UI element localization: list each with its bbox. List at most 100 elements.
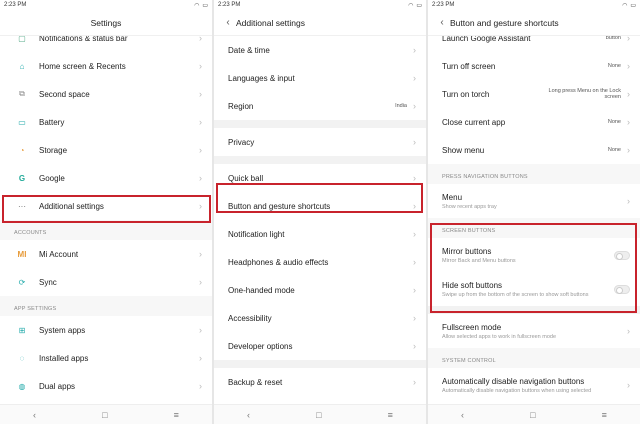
settings-item-sync[interactable]: ⟳ Sync › xyxy=(0,268,212,296)
battery-icon: ▭ xyxy=(18,117,26,127)
item-label: Google xyxy=(39,173,65,183)
settings-list-inner: ▢ Notifications & status bar › ⌂ Home screen… xyxy=(0,36,212,400)
mi-icon: MI xyxy=(17,249,27,259)
item-text: Hide soft buttons Swipe up from the botto… xyxy=(442,281,614,298)
settings-item-second-space[interactable]: ⧉ Second space › xyxy=(0,80,212,108)
section-title-accounts: ACCOUNTS xyxy=(0,220,212,240)
item-text: Sync xyxy=(39,278,199,287)
settings-item-headphones-and-audio-effects[interactable]: Headphones & audio effects › xyxy=(214,248,426,276)
item-label: Sync xyxy=(39,277,57,287)
setting-mirror-buttons[interactable]: Mirror buttons Mirror Back and Menu butto… xyxy=(428,238,640,272)
shortcut-item-menu[interactable]: Menu Show recent apps tray › xyxy=(428,184,640,218)
storage-icon: ◔ xyxy=(19,145,25,155)
back-arrow-icon[interactable]: ‹ xyxy=(220,17,236,28)
nav-home-icon[interactable]: □ xyxy=(316,410,321,420)
section-title-app-settings: APP SETTINGS xyxy=(0,296,212,316)
settings-item-storage[interactable]: ◔ Storage › xyxy=(0,136,212,164)
toggle-switch[interactable] xyxy=(614,284,630,294)
button-gesture-shortcuts-panel: 2:23 PM ◠ ▭ ‹ Button and gesture shortcu… xyxy=(428,0,640,424)
item-text: Second space xyxy=(39,90,199,99)
settings-item-backup-and-reset[interactable]: Backup & reset › xyxy=(214,368,426,396)
nav-back-icon[interactable]: ‹ xyxy=(247,410,250,420)
nav-menu-icon[interactable]: ≡ xyxy=(602,410,607,420)
shortcut-item-turn-on-torch[interactable]: Turn on torch Long press Menu on the Lock… xyxy=(428,80,640,108)
status-time: 2:23 PM xyxy=(218,2,241,8)
settings-item-additional-settings[interactable]: ··· Additional settings › xyxy=(0,192,212,220)
page-title-bar: ‹ Button and gesture shortcuts xyxy=(428,10,640,36)
item-text: Installed apps xyxy=(39,354,199,363)
shortcut-item-launch-google-assistant[interactable]: Launch Google Assistant button › xyxy=(428,36,640,52)
group-gap xyxy=(214,360,426,368)
battery-status-icon: ▭ xyxy=(416,2,422,9)
settings-item-system-apps[interactable]: ⊞ System apps › xyxy=(0,316,212,344)
setting-hide-soft-buttons[interactable]: Hide soft buttons Swipe up from the botto… xyxy=(428,272,640,306)
item-label: Turn off screen xyxy=(442,61,496,71)
back-arrow-icon[interactable]: ‹ xyxy=(434,17,450,28)
item-label: Date & time xyxy=(228,45,270,55)
settings-item-languages-and-input[interactable]: Languages & input › xyxy=(214,64,426,92)
status-bar: 2:23 PM ◠ ▭ xyxy=(428,0,640,10)
item-label: Automatically disable navigation buttons xyxy=(442,376,585,386)
shortcut-item-fullscreen-mode[interactable]: Fullscreen mode Allow selected apps to wo… xyxy=(428,314,640,348)
chevron-right-icon: › xyxy=(199,117,202,127)
settings-item-quick-ball[interactable]: Quick ball › xyxy=(214,164,426,192)
group-gap xyxy=(214,120,426,128)
item-text: Developer options xyxy=(228,342,413,351)
item-label: Headphones & audio effects xyxy=(228,257,329,267)
nav-menu-icon[interactable]: ≡ xyxy=(388,410,393,420)
settings-item-developer-options[interactable]: Developer options › xyxy=(214,332,426,360)
settings-item-button-and-gesture-shortcuts[interactable]: Button and gesture shortcuts › xyxy=(214,192,426,220)
settings-item-date-and-time[interactable]: Date & time › xyxy=(214,36,426,64)
settings-item-region[interactable]: Region India › xyxy=(214,92,426,120)
item-label: System apps xyxy=(39,325,86,335)
shortcut-item-auto-disable-nav[interactable]: Automatically disable navigation buttons… xyxy=(428,368,640,402)
chevron-right-icon: › xyxy=(199,353,202,363)
status-bar: 2:23 PM ◠ ▭ xyxy=(214,0,426,10)
item-label: One-handed mode xyxy=(228,285,295,295)
settings-item-accessibility[interactable]: Accessibility › xyxy=(214,304,426,332)
item-label: Launch Google Assistant xyxy=(442,36,531,43)
item-text: Turn off screen xyxy=(442,62,608,71)
settings-item-privacy[interactable]: Privacy › xyxy=(214,128,426,156)
item-label: Close current app xyxy=(442,117,506,127)
settings-item-installed-apps[interactable]: ◌ Installed apps › xyxy=(0,344,212,372)
item-label: Battery xyxy=(39,117,65,127)
item-text: Date & time xyxy=(228,46,413,55)
settings-item-mi-account[interactable]: MI Mi Account › xyxy=(0,240,212,268)
shortcut-item-turn-off-screen[interactable]: Turn off screen None › xyxy=(428,52,640,80)
toggle-switch[interactable] xyxy=(614,250,630,260)
installed-apps-icon: ◌ xyxy=(19,353,25,363)
settings-item-home-screen-and-recents[interactable]: ⌂ Home screen & Recents › xyxy=(0,52,212,80)
settings-item-dual-apps[interactable]: ◍ Dual apps › xyxy=(0,372,212,400)
settings-item-battery[interactable]: ▭ Battery › xyxy=(0,108,212,136)
settings-item-notification-light[interactable]: Notification light › xyxy=(214,220,426,248)
item-description: Mirror Back and Menu buttons xyxy=(442,257,516,264)
settings-item-one-handed-mode[interactable]: One-handed mode › xyxy=(214,276,426,304)
status-time: 2:23 PM xyxy=(4,2,27,8)
item-value: button xyxy=(605,36,621,41)
page-title: Button and gesture shortcuts xyxy=(450,17,559,28)
item-text: Privacy xyxy=(228,138,413,147)
shortcut-item-close-current-app[interactable]: Close current app None › xyxy=(428,108,640,136)
chevron-right-icon: › xyxy=(199,381,202,391)
nav-home-icon[interactable]: □ xyxy=(530,410,535,420)
section-title-system-control: SYSTEM CONTROL xyxy=(428,348,640,368)
status-time: 2:23 PM xyxy=(432,2,455,8)
settings-item-google[interactable]: G Google › xyxy=(0,164,212,192)
nav-back-icon[interactable]: ‹ xyxy=(461,410,464,420)
shortcut-item-show-menu[interactable]: Show menu None › xyxy=(428,136,640,164)
item-label: Backup & reset xyxy=(228,377,283,387)
status-bar: 2:23 PM ◠ ▭ xyxy=(0,0,212,10)
wifi-icon: ◠ xyxy=(622,2,628,9)
chevron-right-icon: › xyxy=(413,101,416,111)
settings-item-notifications-and-status-bar[interactable]: ▢ Notifications & status bar › xyxy=(0,36,212,52)
nav-menu-icon[interactable]: ≡ xyxy=(174,410,179,420)
nav-back-icon[interactable]: ‹ xyxy=(33,410,36,420)
item-text: Languages & input xyxy=(228,74,413,83)
chevron-right-icon: › xyxy=(199,325,202,335)
item-label: Turn on torch xyxy=(442,89,490,99)
item-text: One-handed mode xyxy=(228,286,413,295)
group-gap xyxy=(428,306,640,314)
nav-home-icon[interactable]: □ xyxy=(102,410,107,420)
apps-grid-icon: ⊞ xyxy=(18,325,26,335)
